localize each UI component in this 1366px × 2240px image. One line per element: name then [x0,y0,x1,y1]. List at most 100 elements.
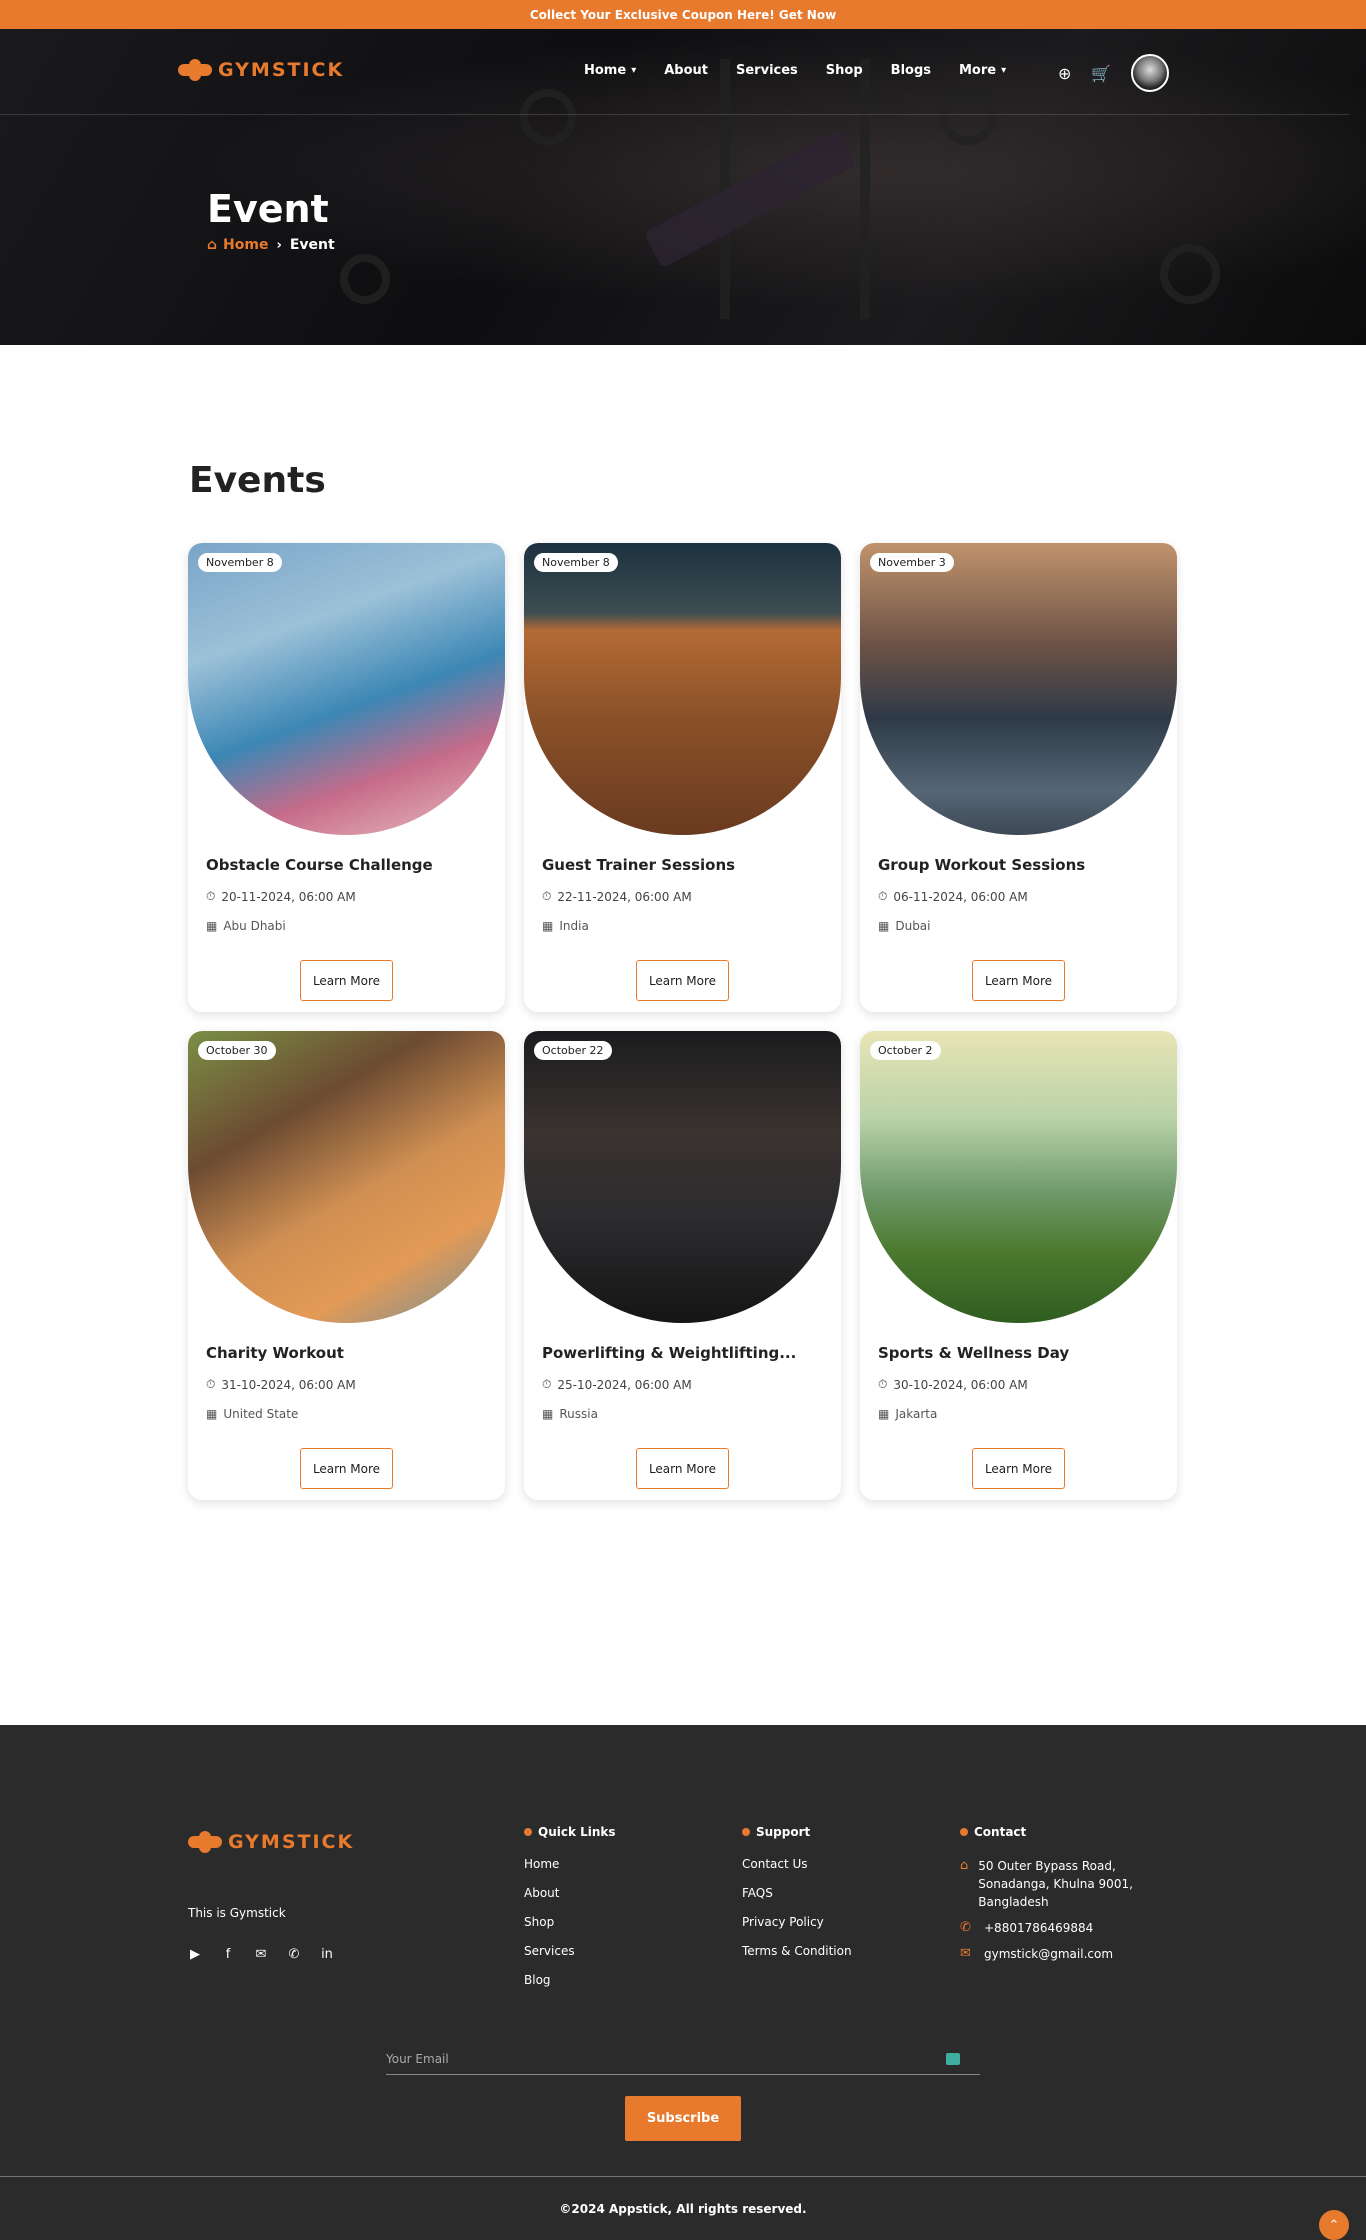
nav-item-home[interactable]: Home ▾ [584,63,636,78]
nav-actions: ⊕ 🛒 [1058,54,1170,92]
footer-link-faqs[interactable]: FAQS [742,1886,852,1900]
chevron-up-icon: ⌃ [1328,2217,1340,2233]
scroll-to-top-button[interactable]: ⌃ [1319,2210,1349,2240]
email-subscribe-field[interactable]: Your Email [386,2043,980,2075]
nav-item-more[interactable]: More ▾ [959,63,1006,78]
learn-more-button[interactable]: Learn More [300,960,393,1001]
event-card: October 22 Powerlifting & Weightlifting.… [524,1031,841,1500]
event-location: ▦ India [542,919,589,933]
map-icon: ▦ [878,919,890,933]
footer-link-home[interactable]: Home [524,1857,616,1871]
breadcrumb-home[interactable]: ⌂ Home [207,237,268,253]
event-location: ▦ Russia [542,1407,598,1421]
avatar[interactable] [1131,54,1170,92]
footer-link-contact-us[interactable]: Contact Us [742,1857,852,1871]
brand-name: GYMSTICK [218,59,345,81]
contact-phone[interactable]: ✆ +8801786469884 [960,1919,1150,1937]
event-datetime: ⏱ 20-11-2024, 06:00 AM [206,889,356,904]
footer-link-about[interactable]: About [524,1886,616,1900]
nav-item-blogs[interactable]: Blogs [891,63,931,78]
event-location: ▦ United State [206,1407,299,1421]
quick-links-column: Quick Links Home About Shop Services Blo… [524,1825,616,2002]
phone-icon: ✆ [960,1920,971,1935]
quick-links-title: Quick Links [524,1825,616,1839]
event-datetime: ⏱ 25-10-2024, 06:00 AM [542,1377,692,1392]
phone-icon[interactable]: ✆ [287,1947,301,1962]
nav-item-about[interactable]: About [664,63,708,78]
promo-banner[interactable]: Collect Your Exclusive Coupon Here! Get … [0,0,1366,29]
brand-logo[interactable]: GYMSTICK [178,59,344,81]
mail-icon: ✉ [960,1946,971,1961]
cart-icon[interactable]: 🛒 [1091,64,1111,83]
event-location: ▦ Dubai [878,919,931,933]
event-datetime: ⏱ 22-11-2024, 06:00 AM [542,889,692,904]
events-section: Events November 8 Obstacle Course Challe… [0,345,1366,1725]
clock-icon: ⏱ [542,889,552,903]
event-image [188,543,505,835]
event-image [524,543,841,835]
support-column: Support Contact Us FAQS Privacy Policy T… [742,1825,852,1973]
hero-section: GYMSTICK Home ▾ About Services Shop Blogs… [0,29,1366,345]
footer-link-privacy[interactable]: Privacy Policy [742,1915,852,1929]
dumbbell-logo-icon [178,59,212,81]
learn-more-button[interactable]: Learn More [972,1448,1065,1489]
map-icon: ▦ [542,1407,554,1421]
social-links: ▶ f ✉ ✆ in [188,1947,334,1962]
learn-more-button[interactable]: Learn More [636,1448,729,1489]
learn-more-button[interactable]: Learn More [300,1448,393,1489]
event-datetime: ⏱ 06-11-2024, 06:00 AM [878,889,1028,904]
event-image [188,1031,505,1323]
home-icon: ⌂ [207,237,218,253]
chevron-down-icon: ▾ [1001,65,1007,76]
footer-link-blog[interactable]: Blog [524,1973,616,1987]
copyright-text: ©2024 Appstick, All rights reserved. [559,2201,807,2216]
contact-email[interactable]: ✉ gymstick@gmail.com [960,1945,1150,1963]
breadcrumb: ⌂ Home › Event [207,237,335,253]
globe-icon[interactable]: ⊕ [1058,64,1071,83]
event-date-badge: October 30 [198,1041,276,1060]
facebook-icon[interactable]: f [221,1947,235,1962]
linkedin-icon[interactable]: in [320,1947,334,1962]
clock-icon: ⏱ [542,1377,552,1391]
support-title: Support [742,1825,852,1839]
event-title: Powerlifting & Weightlifting... [542,1344,797,1362]
youtube-icon[interactable]: ▶ [188,1947,202,1962]
footer-link-services[interactable]: Services [524,1944,616,1958]
footer-link-terms[interactable]: Terms & Condition [742,1944,852,1958]
learn-more-button[interactable]: Learn More [972,960,1065,1001]
breadcrumb-current: Event [289,237,335,253]
event-location: ▦ Abu Dhabi [206,919,286,933]
nav-item-shop[interactable]: Shop [826,63,863,78]
site-footer: GYMSTICK This is Gymstick ▶ f ✉ ✆ in Qui… [0,1725,1366,2240]
event-image [524,1031,841,1323]
map-icon: ▦ [206,919,218,933]
events-grid: November 8 Obstacle Course Challenge ⏱ 20… [188,543,1177,1500]
subscribe-button[interactable]: Subscribe [625,2096,741,2141]
weight-plate-decor [1160,244,1220,304]
footer-tagline: This is Gymstick [188,1906,286,1920]
page-title: Event [207,187,329,231]
learn-more-button[interactable]: Learn More [636,960,729,1001]
map-icon: ▦ [542,919,554,933]
clock-icon: ⏱ [878,889,888,903]
mail-icon[interactable]: ✉ [254,1947,268,1962]
nav-item-services[interactable]: Services [736,63,798,78]
clock-icon: ⏱ [878,1377,888,1391]
contact-column: Contact ⌂ 50 Outer Bypass Road, Sonadanga… [960,1825,1150,1971]
home-icon: ⌂ [960,1858,969,1873]
event-card: November 8 Guest Trainer Sessions ⏱ 22-11… [524,543,841,1012]
event-title: Group Workout Sessions [878,856,1086,874]
clock-icon: ⏱ [206,1377,216,1391]
footer-logo[interactable]: GYMSTICK [188,1831,354,1853]
dumbbell-logo-icon [188,1831,222,1853]
promo-text[interactable]: Collect Your Exclusive Coupon Here! Get … [530,8,836,22]
main-nav: GYMSTICK Home ▾ About Services Shop Blogs… [0,29,1349,115]
email-placeholder: Your Email [386,2051,449,2066]
contact-address: ⌂ 50 Outer Bypass Road, Sonadanga, Khulna… [960,1858,1133,1909]
map-icon: ▦ [878,1407,890,1421]
footer-link-shop[interactable]: Shop [524,1915,616,1929]
event-title: Sports & Wellness Day [878,1344,1070,1362]
events-heading: Events [189,460,326,501]
event-card: October 2 Sports & Wellness Day ⏱ 30-10-2… [860,1031,1177,1500]
weight-plate-decor [340,254,390,304]
